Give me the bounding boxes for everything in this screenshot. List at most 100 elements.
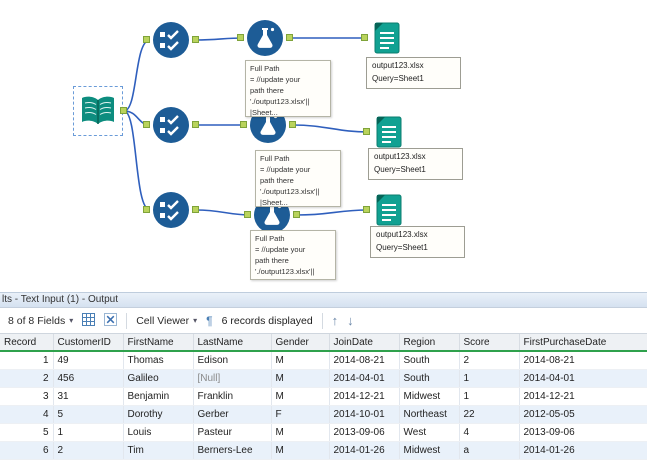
table-cell[interactable]: M xyxy=(271,441,330,460)
scroll-down-icon[interactable]: ↓ xyxy=(347,314,354,327)
column-header-firstname[interactable]: FirstName xyxy=(123,334,194,352)
table-cell[interactable]: 2014-12-21 xyxy=(519,387,647,406)
column-header-region[interactable]: Region xyxy=(399,334,460,352)
input-anchor[interactable] xyxy=(363,206,370,213)
table-cell[interactable]: Thomas xyxy=(123,351,194,370)
table-cell[interactable]: Edison xyxy=(193,351,272,370)
output-tool-1[interactable] xyxy=(361,20,404,56)
table-cell[interactable]: Berners-Lee xyxy=(193,441,272,460)
cell-viewer-dropdown[interactable]: Cell Viewer ▾ xyxy=(136,315,197,327)
table-cell[interactable]: 1 xyxy=(53,423,124,442)
formula-tool-1[interactable] xyxy=(237,19,293,57)
table-cell[interactable]: South xyxy=(399,351,460,370)
table-cell[interactable]: West xyxy=(399,423,460,442)
table-cell[interactable]: M xyxy=(271,351,330,370)
input-anchor[interactable] xyxy=(237,34,244,41)
column-header-customerid[interactable]: CustomerID xyxy=(53,334,124,352)
output-anchor[interactable] xyxy=(286,34,293,41)
input-anchor[interactable] xyxy=(143,121,150,128)
formula-annotation-1[interactable]: Full Path = //update your path there './… xyxy=(245,60,331,117)
output-anchor[interactable] xyxy=(192,206,199,213)
table-cell[interactable]: 2 xyxy=(459,351,520,370)
table-cell[interactable]: 2014-08-21 xyxy=(329,351,400,370)
table-cell[interactable]: 2012-05-05 xyxy=(519,405,647,424)
table-cell[interactable]: M xyxy=(271,423,330,442)
table-cell[interactable]: a xyxy=(459,441,520,460)
table-cell[interactable]: Northeast xyxy=(399,405,460,424)
scroll-up-icon[interactable]: ↑ xyxy=(332,314,339,327)
table-cell[interactable]: Franklin xyxy=(193,387,272,406)
table-cell[interactable]: M xyxy=(271,369,330,388)
table-cell[interactable]: 2014-01-26 xyxy=(519,441,647,460)
table-cell[interactable]: F xyxy=(271,405,330,424)
output-tool-2[interactable] xyxy=(363,114,406,150)
output-anchor[interactable] xyxy=(192,36,199,43)
column-header-score[interactable]: Score xyxy=(459,334,520,352)
input-anchor[interactable] xyxy=(361,34,368,41)
table-cell[interactable]: Pasteur xyxy=(193,423,272,442)
table-cell[interactable]: 49 xyxy=(53,351,124,370)
paragraph-mark-icon[interactable]: ¶ xyxy=(206,314,212,328)
output-anchor[interactable] xyxy=(192,121,199,128)
column-header-joindate[interactable]: JoinDate xyxy=(329,334,400,352)
table-cell[interactable]: 2013-09-06 xyxy=(329,423,400,442)
table-cell[interactable]: M xyxy=(271,387,330,406)
table-cell[interactable]: Dorothy xyxy=(123,405,194,424)
clear-icon[interactable] xyxy=(104,312,118,329)
table-cell[interactable]: Midwest xyxy=(399,387,460,406)
column-header-record[interactable]: Record xyxy=(0,334,54,352)
records-displayed-label: 6 records displayed xyxy=(221,314,313,327)
output-tool-3[interactable] xyxy=(363,192,406,228)
select-tool-1[interactable] xyxy=(143,21,199,59)
results-panel-title: lts - Text Input (1) - Output xyxy=(0,292,647,308)
select-tool-3[interactable] xyxy=(143,191,199,229)
table-cell[interactable]: 31 xyxy=(53,387,124,406)
toolbar-separator xyxy=(126,312,128,329)
output-annotation-1[interactable]: output123.xlsx Query=Sheet1 xyxy=(366,57,461,89)
table-cell[interactable]: South xyxy=(399,369,460,388)
table-cell[interactable]: Louis xyxy=(123,423,194,442)
column-header-lastname[interactable]: LastName xyxy=(193,334,272,352)
output-annotation-3[interactable]: output123.xlsx Query=Sheet1 xyxy=(370,226,465,258)
table-cell[interactable]: 2014-10-01 xyxy=(329,405,400,424)
output-anchor[interactable] xyxy=(120,107,127,114)
output-anchor[interactable] xyxy=(293,211,300,218)
table-cell[interactable]: 2 xyxy=(53,441,124,460)
workflow-canvas[interactable]: Full Path = //update your path there './… xyxy=(0,0,647,292)
table-cell[interactable]: Benjamin xyxy=(123,387,194,406)
select-tool-2[interactable] xyxy=(143,106,199,144)
input-anchor[interactable] xyxy=(244,211,251,218)
column-header-gender[interactable]: Gender xyxy=(271,334,330,352)
input-anchor[interactable] xyxy=(143,206,150,213)
table-cell[interactable]: 2014-12-21 xyxy=(329,387,400,406)
input-anchor[interactable] xyxy=(363,128,370,135)
table-cell[interactable]: 5 xyxy=(53,405,124,424)
table-cell[interactable]: 2014-08-21 xyxy=(519,351,647,370)
table-cell[interactable]: 2014-01-26 xyxy=(329,441,400,460)
table-cell[interactable]: 1 xyxy=(459,387,520,406)
table-cell[interactable]: 456 xyxy=(53,369,124,388)
table-cell[interactable]: Tim xyxy=(123,441,194,460)
table-cell[interactable]: Galileo xyxy=(123,369,194,388)
table-cell[interactable]: 1 xyxy=(459,369,520,388)
formula-annotation-2[interactable]: Full Path = //update your path there './… xyxy=(255,150,341,207)
table-cell[interactable]: 2013-09-06 xyxy=(519,423,647,442)
formula-annotation-3[interactable]: Full Path = //update your path there './… xyxy=(250,230,336,280)
column-header-firstpurchasedate[interactable]: FirstPurchaseDate xyxy=(519,334,647,352)
table-cell[interactable]: Midwest xyxy=(399,441,460,460)
results-table: Record CustomerID FirstName LastName Gender J… xyxy=(0,334,647,460)
record-number-cell: 2 xyxy=(0,369,54,388)
output-annotation-2[interactable]: output123.xlsx Query=Sheet1 xyxy=(368,148,463,180)
table-cell[interactable]: [Null] xyxy=(193,369,272,388)
fields-dropdown[interactable]: 8 of 8 Fields ▾ xyxy=(8,315,73,327)
output-anchor[interactable] xyxy=(289,121,296,128)
text-input-tool[interactable] xyxy=(78,91,127,131)
input-anchor[interactable] xyxy=(240,121,247,128)
table-cell[interactable]: 22 xyxy=(459,405,520,424)
table-cell[interactable]: 2014-04-01 xyxy=(329,369,400,388)
table-cell[interactable]: Gerber xyxy=(193,405,272,424)
data-grid-icon[interactable] xyxy=(82,312,96,329)
table-cell[interactable]: 4 xyxy=(459,423,520,442)
input-anchor[interactable] xyxy=(143,36,150,43)
table-cell[interactable]: 2014-04-01 xyxy=(519,369,647,388)
